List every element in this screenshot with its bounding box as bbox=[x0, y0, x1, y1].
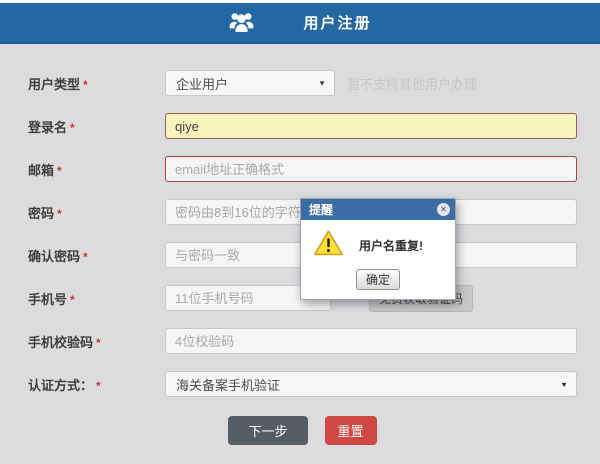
required-marker: * bbox=[57, 207, 62, 221]
alert-message: 用户名重复! bbox=[359, 237, 423, 254]
auth-method-selected-value: 海关备案手机验证 bbox=[176, 375, 280, 394]
phone-label: 手机号* bbox=[28, 289, 165, 308]
alert-dialog: 提醒 ✕ 用户名重复! 确定 bbox=[300, 198, 456, 300]
required-marker: * bbox=[57, 164, 62, 178]
chevron-down-icon: ▼ bbox=[318, 79, 326, 87]
confirm-password-label: 确认密码* bbox=[28, 246, 165, 265]
page-header: 用户注册 bbox=[0, 3, 600, 44]
next-step-button[interactable]: 下一步 bbox=[228, 416, 307, 445]
user-type-selected-value: 企业用户 bbox=[176, 74, 228, 93]
user-type-hint: 暂不支持其他用户办理 bbox=[347, 74, 477, 93]
auth-method-select[interactable]: 海关备案手机验证 ▼ bbox=[165, 371, 577, 397]
alert-dialog-title: 提醒 bbox=[309, 201, 333, 218]
auth-method-label: 认证方式：* bbox=[28, 375, 165, 394]
form-row-user-type: 用户类型* 企业用户 ▼ 暂不支持其他用户办理 bbox=[28, 70, 577, 96]
page-title: 用户注册 bbox=[303, 12, 371, 33]
required-marker: * bbox=[70, 121, 75, 135]
required-marker: * bbox=[83, 78, 88, 92]
warning-triangle-icon bbox=[313, 229, 344, 262]
registration-page: 用户注册 用户类型* 企业用户 ▼ 暂不支持其他用户办理 登录名* 邮箱* bbox=[0, 0, 600, 464]
email-label: 邮箱* bbox=[28, 160, 165, 179]
required-marker: * bbox=[70, 293, 75, 307]
required-marker: * bbox=[96, 379, 101, 393]
login-name-label: 登录名* bbox=[28, 117, 165, 136]
form-row-auth-method: 认证方式：* 海关备案手机验证 ▼ bbox=[28, 371, 577, 397]
phone-code-field[interactable] bbox=[165, 328, 577, 354]
required-marker: * bbox=[96, 336, 101, 350]
form-row-email: 邮箱* bbox=[28, 156, 577, 182]
close-icon[interactable]: ✕ bbox=[437, 203, 450, 216]
login-name-input[interactable] bbox=[165, 113, 577, 139]
users-icon bbox=[228, 11, 255, 34]
user-type-select[interactable]: 企业用户 ▼ bbox=[165, 70, 335, 96]
alert-dialog-footer: 确定 bbox=[301, 266, 455, 299]
email-field[interactable] bbox=[165, 156, 577, 182]
form-actions: 下一步 重置 bbox=[28, 416, 577, 445]
password-label: 密码* bbox=[28, 203, 165, 222]
chevron-down-icon: ▼ bbox=[560, 380, 568, 388]
form-row-phone-code: 手机校验码* bbox=[28, 328, 577, 354]
alert-dialog-header: 提醒 ✕ bbox=[301, 199, 455, 220]
required-marker: * bbox=[83, 250, 88, 264]
ok-button[interactable]: 确定 bbox=[356, 269, 400, 290]
phone-code-label: 手机校验码* bbox=[28, 332, 165, 351]
alert-dialog-body: 用户名重复! bbox=[301, 220, 455, 266]
reset-button[interactable]: 重置 bbox=[325, 416, 377, 445]
form-row-login-name: 登录名* bbox=[28, 113, 577, 139]
user-type-label: 用户类型* bbox=[28, 74, 165, 93]
